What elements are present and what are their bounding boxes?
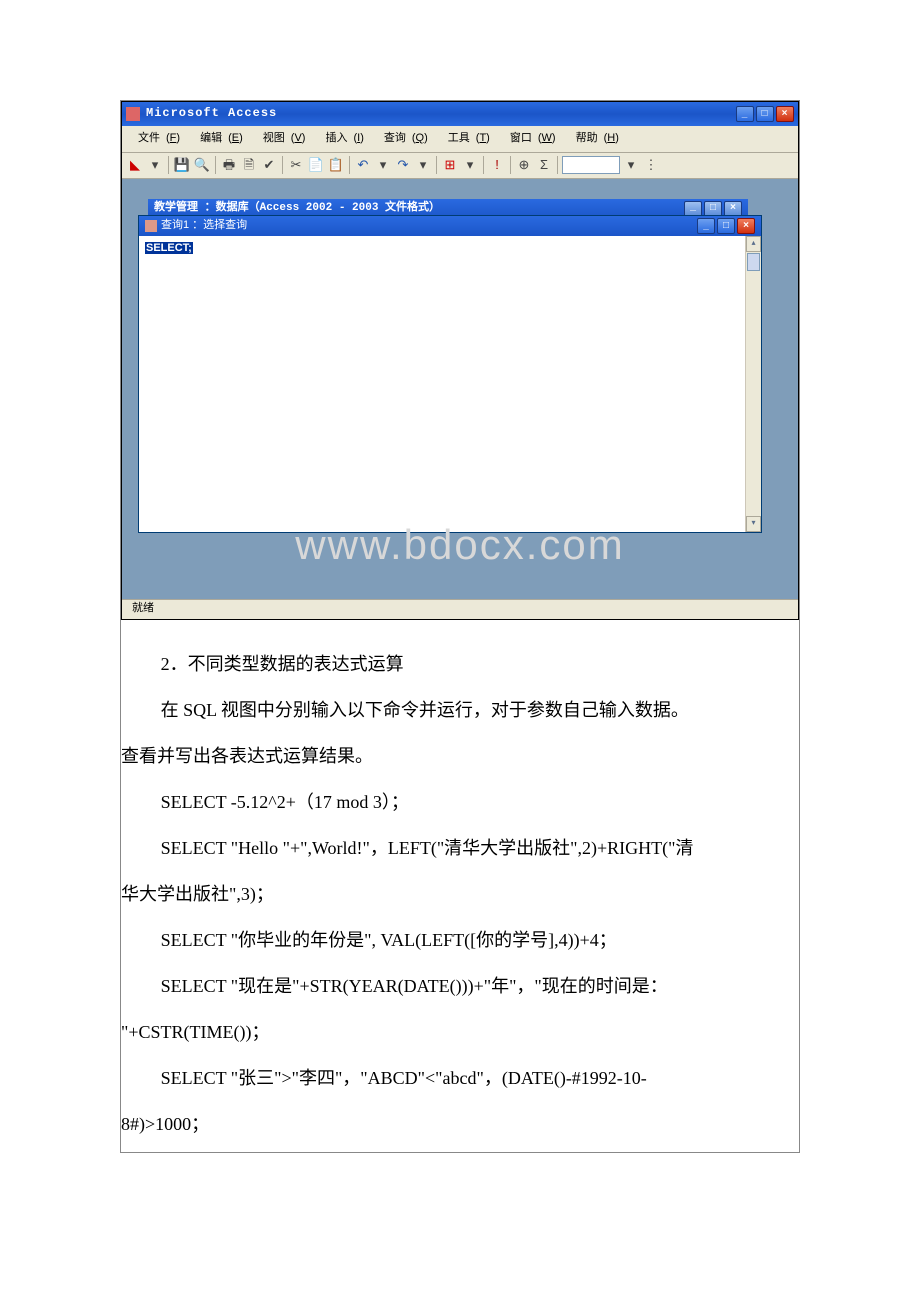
- toolbar-separator: [215, 156, 216, 174]
- scrollbar[interactable]: ▴ ▾: [745, 236, 761, 532]
- scroll-thumb[interactable]: [747, 253, 760, 271]
- print-icon[interactable]: 🖶: [220, 156, 238, 174]
- window-controls: _ □ ×: [736, 106, 794, 122]
- scroll-up-icon[interactable]: ▴: [746, 236, 761, 252]
- sql-line-3: SELECT "你毕业的年份是", VAL(LEFT([你的学号],4))+4；: [121, 922, 799, 958]
- sql-line-5a: SELECT "张三">"李四"，"ABCD"<"abcd"，(DATE()-#…: [121, 1060, 799, 1096]
- sql-line-4a: SELECT "现在是"+STR(YEAR(DATE()))+"年"，"现在的时…: [121, 968, 799, 1004]
- scroll-down-icon[interactable]: ▾: [746, 516, 761, 532]
- paste-icon[interactable]: 📋: [327, 156, 345, 174]
- section-heading: 2．不同类型数据的表达式运算: [121, 646, 799, 682]
- search-icon[interactable]: 🔍: [193, 156, 211, 174]
- querytype-icon[interactable]: ⊞: [441, 156, 459, 174]
- menu-view[interactable]: 视图(V): [251, 128, 312, 150]
- q-minimize-button[interactable]: _: [697, 218, 715, 234]
- toolbar-combo[interactable]: [562, 156, 620, 174]
- redo-drop-icon[interactable]: ▾: [414, 156, 432, 174]
- menu-insert[interactable]: 插入(I): [313, 128, 369, 150]
- sql-line-5b: 8#)>1000；: [121, 1106, 799, 1142]
- document-body: 2．不同类型数据的表达式运算 在 SQL 视图中分别输入以下命令并运行，对于参数…: [121, 620, 799, 1142]
- titlebar: Microsoft Access _ □ ×: [122, 102, 798, 126]
- q-maximize-button[interactable]: □: [717, 218, 735, 234]
- sql-line-1: SELECT -5.12^2+（17 mod 3）；: [121, 784, 799, 820]
- toolbar-separator: [282, 156, 283, 174]
- toolbar: ◣ ▾ 💾 🔍 🖶 🗎 ✔ ✂ 📄 📋 ↶ ▾ ↷ ▾ ⊞ ▾ ! ⊕ Σ: [122, 153, 798, 179]
- save-icon[interactable]: 💾: [173, 156, 191, 174]
- view-icon[interactable]: ◣: [126, 156, 144, 174]
- query-window: 查询1 ：选择查询 _ □ × SELECT; ▴ ▾: [138, 215, 762, 533]
- instruction-line-2: 查看并写出各表达式运算结果。: [121, 738, 799, 774]
- instruction-line-1: 在 SQL 视图中分别输入以下命令并运行，对于参数自己输入数据。: [121, 692, 799, 728]
- run-icon[interactable]: !: [488, 156, 506, 174]
- copy-icon[interactable]: 📄: [307, 156, 325, 174]
- statusbar: 就绪: [122, 599, 798, 619]
- showtable-icon[interactable]: ⊕: [515, 156, 533, 174]
- redo-icon[interactable]: ↷: [394, 156, 412, 174]
- totals-icon[interactable]: Σ: [535, 156, 553, 174]
- toolbar-separator: [510, 156, 511, 174]
- app-title: Microsoft Access: [146, 104, 736, 123]
- menu-file[interactable]: 文件(F): [126, 128, 186, 150]
- toolbar-combo-drop-icon[interactable]: ▾: [622, 156, 640, 174]
- sql-line-4b: "+CSTR(TIME())；: [121, 1014, 799, 1050]
- menu-tools[interactable]: 工具(T): [436, 128, 496, 150]
- toolbar-separator: [557, 156, 558, 174]
- query-window-icon: [145, 220, 157, 232]
- menu-window[interactable]: 窗口(W): [498, 128, 562, 150]
- sql-text: SELECT;: [145, 242, 193, 254]
- status-text: 就绪: [132, 600, 154, 618]
- sql-line-2a: SELECT "Hello "+",World!"，LEFT("清华大学出版社"…: [121, 830, 799, 866]
- spellcheck-icon[interactable]: ✔: [260, 156, 278, 174]
- sql-line-2b: 华大学出版社",3)；: [121, 876, 799, 912]
- menu-query[interactable]: 查询(Q): [372, 128, 434, 150]
- query-window-title: 查询1 ：选择查询: [161, 217, 697, 235]
- close-button[interactable]: ×: [776, 106, 794, 122]
- menubar: 文件(F) 编辑(E) 视图(V) 插入(I) 查询(Q) 工具(T) 窗口(W…: [122, 126, 798, 153]
- preview-icon[interactable]: 🗎: [240, 156, 258, 174]
- toolbar-overflow-icon[interactable]: ⋮: [642, 156, 660, 174]
- q-close-button[interactable]: ×: [737, 218, 755, 234]
- cut-icon[interactable]: ✂: [287, 156, 305, 174]
- query-body: SELECT; ▴ ▾: [139, 236, 761, 532]
- toolbar-separator: [436, 156, 437, 174]
- querytype-drop-icon[interactable]: ▾: [461, 156, 479, 174]
- query-window-titlebar: 查询1 ：选择查询 _ □ ×: [139, 216, 761, 236]
- undo-icon[interactable]: ↶: [354, 156, 372, 174]
- maximize-button[interactable]: □: [756, 106, 774, 122]
- menu-help[interactable]: 帮助(H): [564, 128, 625, 150]
- dropdown-icon[interactable]: ▾: [146, 156, 164, 174]
- toolbar-separator: [349, 156, 350, 174]
- toolbar-separator: [483, 156, 484, 174]
- page-frame: Microsoft Access _ □ × 文件(F) 编辑(E) 视图(V)…: [120, 100, 800, 1153]
- minimize-button[interactable]: _: [736, 106, 754, 122]
- undo-drop-icon[interactable]: ▾: [374, 156, 392, 174]
- menu-edit[interactable]: 编辑(E): [188, 128, 249, 150]
- access-app-icon: [126, 107, 140, 121]
- access-window: Microsoft Access _ □ × 文件(F) 编辑(E) 视图(V)…: [121, 101, 799, 620]
- workspace: 教学管理 ：数据库（Access 2002 - 2003 文件格式） _ □ ×…: [122, 179, 798, 599]
- toolbar-separator: [168, 156, 169, 174]
- sql-editor[interactable]: SELECT;: [139, 236, 745, 532]
